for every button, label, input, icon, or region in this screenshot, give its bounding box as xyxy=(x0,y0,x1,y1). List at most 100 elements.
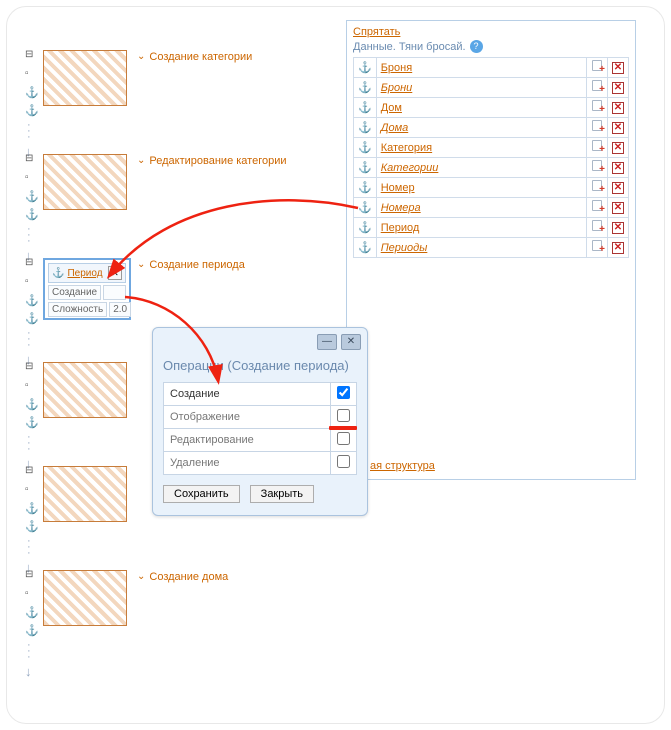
delete-button[interactable]: ✕ xyxy=(608,178,629,198)
entity-link[interactable]: Номера xyxy=(381,202,421,214)
operation-label: Удаление xyxy=(164,452,331,475)
anchor-icon: ⚓ xyxy=(354,58,377,78)
block-label: ⌄ Редактирование категории xyxy=(137,154,287,168)
anchor-icon: ⚓ xyxy=(354,238,377,258)
delete-button[interactable]: ✕ xyxy=(608,198,629,218)
anchor-icon: ⚓ xyxy=(25,502,39,515)
workflow-block: ⊟ ▫ ⚓ ⚓ ··· ↓ ⌄ Редактирование категории xyxy=(25,154,315,220)
block-thumbnail-selected[interactable]: ⚓ Период ✕ СозданиеСложность2.0 xyxy=(43,258,131,320)
handle-icon[interactable]: ▫ xyxy=(25,276,29,287)
add-button[interactable] xyxy=(587,118,608,138)
delete-button[interactable]: ✕ xyxy=(608,98,629,118)
chevron-down-icon: ⌄ xyxy=(137,154,145,168)
delete-button[interactable]: ✕ xyxy=(608,238,629,258)
delete-button[interactable]: ✕ xyxy=(608,118,629,138)
handle-icon[interactable]: ▫ xyxy=(25,68,29,79)
block-thumbnail[interactable] xyxy=(43,50,127,106)
entity-link[interactable]: Категория xyxy=(381,142,432,154)
entity-link[interactable]: Броня xyxy=(381,62,413,74)
prop-value: 2.0 xyxy=(109,302,131,317)
add-button[interactable] xyxy=(587,98,608,118)
list-item: ⚓ Номера ✕ xyxy=(354,198,629,218)
remove-tag-button[interactable]: ✕ xyxy=(108,266,122,280)
anchor-icon: ⚓ xyxy=(52,268,64,279)
list-item: ⚓ Брони ✕ xyxy=(354,78,629,98)
add-button[interactable] xyxy=(587,198,608,218)
handle-icon[interactable]: ▫ xyxy=(25,484,29,495)
close-window-button[interactable]: ✕ xyxy=(341,334,361,350)
block-label: ⌄ Создание дома xyxy=(137,570,228,584)
anchor-icon: ⚓ xyxy=(25,208,39,221)
handle-icon[interactable]: ▫ xyxy=(25,380,29,391)
operation-row: Удаление xyxy=(164,452,357,475)
block-thumbnail[interactable] xyxy=(43,466,127,522)
entity-link[interactable]: Категории xyxy=(381,162,439,174)
entity-link[interactable]: Брони xyxy=(381,82,413,94)
panel-subtitle-text: Данные. Тяни бросай. xyxy=(353,41,466,53)
operation-checkbox[interactable] xyxy=(337,386,350,399)
minimize-button[interactable]: — xyxy=(317,334,337,350)
add-button[interactable] xyxy=(587,138,608,158)
delete-button[interactable]: ✕ xyxy=(608,158,629,178)
hide-link[interactable]: Спрятать xyxy=(353,26,400,38)
connector-dots: ··· xyxy=(27,226,31,244)
prop-label: Создание xyxy=(48,285,101,300)
operations-table: Создание Отображение Редактирование Удал… xyxy=(163,382,357,475)
add-button[interactable] xyxy=(587,58,608,78)
structure-link[interactable]: ая структура xyxy=(370,460,435,472)
anchor-icon: ⚓ xyxy=(354,158,377,178)
block-thumbnail[interactable] xyxy=(43,362,127,418)
collapse-icon[interactable]: ⊟ xyxy=(25,362,33,371)
handle-icon[interactable]: ▫ xyxy=(25,172,29,183)
help-icon[interactable]: ? xyxy=(470,40,483,53)
block-label-text: Редактирование категории xyxy=(149,154,286,168)
chevron-down-icon: ⌄ xyxy=(137,570,145,584)
operation-label: Редактирование xyxy=(164,429,331,452)
list-item: ⚓ Номер ✕ xyxy=(354,178,629,198)
list-item: ⚓ Категории ✕ xyxy=(354,158,629,178)
add-button[interactable] xyxy=(587,238,608,258)
collapse-icon[interactable]: ⊟ xyxy=(25,466,33,475)
entity-link[interactable]: Номер xyxy=(381,182,415,194)
block-label-text: Создание категории xyxy=(149,50,252,64)
workflow-block: ⊟ ▫ ⚓ ⚓ ··· ↓ ⌄ Создание категории xyxy=(25,50,315,116)
collapse-icon[interactable]: ⊟ xyxy=(25,50,33,59)
highlight-bar xyxy=(329,426,357,430)
operation-row: Создание xyxy=(164,383,357,406)
entity-link[interactable]: Период xyxy=(381,222,420,234)
block-label-text: Создание дома xyxy=(149,570,228,584)
anchor-icon: ⚓ xyxy=(25,104,39,117)
anchor-icon: ⚓ xyxy=(25,86,39,99)
entity-link[interactable]: Дома xyxy=(381,122,409,134)
prop-value xyxy=(103,285,126,300)
close-button[interactable]: Закрыть xyxy=(250,485,314,503)
operation-checkbox[interactable] xyxy=(337,409,350,422)
collapse-icon[interactable]: ⊟ xyxy=(25,570,33,579)
operation-checkbox[interactable] xyxy=(337,455,350,468)
entity-link[interactable]: Периоды xyxy=(381,242,428,254)
anchor-icon: ⚓ xyxy=(354,138,377,158)
operation-checkbox[interactable] xyxy=(337,432,350,445)
add-button[interactable] xyxy=(587,178,608,198)
block-thumbnail[interactable] xyxy=(43,154,127,210)
add-button[interactable] xyxy=(587,158,608,178)
save-button[interactable]: Сохранить xyxy=(163,485,240,503)
collapse-icon[interactable]: ⊟ xyxy=(25,258,33,267)
anchor-icon: ⚓ xyxy=(25,294,39,307)
connector-dots: ··· xyxy=(27,122,31,140)
anchor-icon: ⚓ xyxy=(25,416,39,429)
tag-link[interactable]: Период xyxy=(67,268,102,279)
delete-button[interactable]: ✕ xyxy=(608,138,629,158)
collapse-icon[interactable]: ⊟ xyxy=(25,154,33,163)
list-item: ⚓ Период ✕ xyxy=(354,218,629,238)
delete-button[interactable]: ✕ xyxy=(608,78,629,98)
delete-button[interactable]: ✕ xyxy=(608,218,629,238)
handle-icon[interactable]: ▫ xyxy=(25,588,29,599)
block-thumbnail[interactable] xyxy=(43,570,127,626)
add-button[interactable] xyxy=(587,218,608,238)
anchor-icon: ⚓ xyxy=(25,398,39,411)
add-button[interactable] xyxy=(587,78,608,98)
entity-link[interactable]: Дом xyxy=(381,102,402,114)
anchor-icon: ⚓ xyxy=(25,606,39,619)
delete-button[interactable]: ✕ xyxy=(608,58,629,78)
